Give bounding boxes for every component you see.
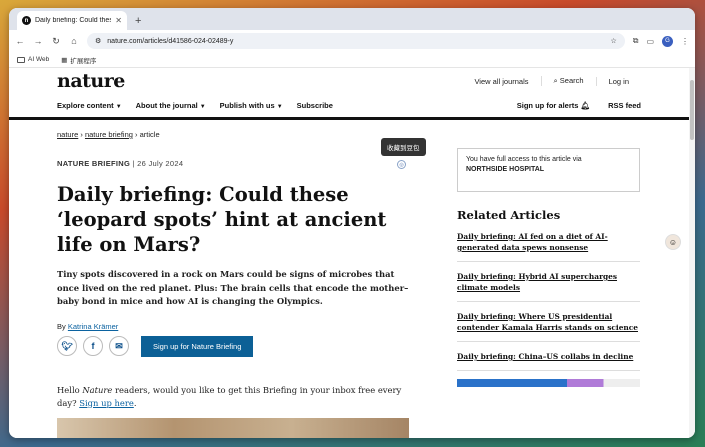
tab-active[interactable]: n Daily briefing: Could these 'le ✕: [17, 11, 127, 30]
web-page: nature View all journals ⌕ Search Log in…: [9, 68, 689, 438]
nature-logo[interactable]: nature: [57, 70, 125, 92]
related-article-link[interactable]: Daily briefing: Hybrid AI supercharges c…: [457, 262, 640, 302]
bookmark-ai-web[interactable]: AI Web: [17, 56, 49, 63]
signup-here-link[interactable]: Sign up here: [79, 398, 134, 408]
profile-avatar[interactable]: G: [662, 35, 673, 47]
nav-subscribe[interactable]: Subscribe: [297, 101, 333, 110]
sidebar: You have full access to this article via…: [457, 120, 640, 438]
scrollbar-thumb[interactable]: [690, 80, 694, 140]
nav-label: Sign up for alerts: [516, 101, 579, 110]
bookmark-label: AI Web: [28, 56, 50, 63]
access-box: You have full access to this article via…: [457, 148, 640, 192]
article-type: NATURE BRIEFING: [57, 159, 131, 168]
bookmark-star-icon[interactable]: ☆: [610, 37, 616, 45]
puzzle-icon: ▦: [61, 56, 68, 64]
url-text: nature.com/articles/d41586-024-02489-y: [107, 37, 234, 45]
byline-prefix: By: [57, 321, 66, 331]
related-article-link[interactable]: Daily briefing: China–US collabs in decl…: [457, 342, 640, 371]
extensions-icon[interactable]: ⧉: [633, 36, 639, 46]
side-panel-icon[interactable]: ▭: [646, 37, 654, 46]
save-tooltip: 收藏到豆包: [381, 138, 426, 156]
chevron-down-icon: ▼: [276, 104, 283, 110]
scrollbar[interactable]: [689, 68, 695, 438]
share-bar: 🐦︎ f ✉ Sign up for Nature Briefing: [57, 335, 409, 357]
bookmark-helper-icon[interactable]: ◎: [397, 160, 406, 169]
site-header: nature View all journals ⌕ Search Log in: [9, 68, 689, 94]
article-standfirst: Tiny spots discovered in a rock on Mars …: [57, 269, 409, 306]
breadcrumb-nature[interactable]: nature: [57, 130, 78, 139]
tab-title: Daily briefing: Could these 'le: [35, 17, 111, 24]
nav-publish[interactable]: Publish with us ▼: [220, 101, 283, 110]
tab-strip: n Daily briefing: Could these 'le ✕ +: [9, 8, 695, 30]
view-all-journals-link[interactable]: View all journals: [462, 77, 540, 86]
bookmarks-bar: AI Web ▦ 扩展程序: [9, 52, 695, 68]
new-tab-icon[interactable]: +: [135, 15, 141, 27]
search-label: Search: [559, 76, 584, 85]
bell-icon: 🔔︎: [580, 101, 591, 110]
access-institution: NORTHSIDE HOSPITAL: [466, 166, 545, 173]
related-article-link[interactable]: Daily briefing: AI fed on a diet of AI-g…: [457, 222, 640, 262]
back-icon[interactable]: ←: [15, 36, 25, 46]
nav-about-journal[interactable]: About the journal ▼: [136, 101, 206, 110]
assistant-avatar-icon[interactable]: ☺: [665, 234, 681, 250]
email-icon[interactable]: ✉: [109, 336, 129, 356]
article-headline: Daily briefing: Could these ‘leopard spo…: [57, 183, 387, 256]
bookmark-label: 扩展程序: [70, 57, 97, 65]
site-nav: Explore content ▼ About the journal ▼ Publ…: [9, 94, 689, 120]
nature-favicon-icon: n: [22, 16, 31, 25]
article-intro: Hello Nature readers, would you like to …: [57, 384, 409, 410]
browser-toolbar: ← → ↻ ⌂ ⚙ nature.com/articles/d41586-024…: [9, 30, 695, 52]
article-main: nature › nature briefing › article NATUR…: [57, 120, 409, 438]
breadcrumb: nature › nature briefing › article: [57, 130, 409, 139]
address-bar[interactable]: ⚙ nature.com/articles/d41586-024-02489-y…: [87, 33, 625, 49]
article-date: 26 July 2024: [137, 159, 184, 168]
forward-icon[interactable]: →: [33, 36, 43, 46]
nav-alerts[interactable]: Sign up for alerts 🔔︎: [517, 101, 590, 110]
nav-explore-content[interactable]: Explore content ▼: [57, 101, 122, 110]
breadcrumb-briefing[interactable]: nature briefing: [85, 130, 133, 139]
intro-text: Hello: [57, 384, 83, 395]
login-link[interactable]: Log in: [595, 76, 641, 86]
advertisement[interactable]: [457, 379, 640, 387]
nav-label: Explore content: [57, 101, 114, 110]
browser-window: n Daily briefing: Could these 'le ✕ + ← …: [9, 8, 695, 438]
article-hero-image: [57, 417, 409, 438]
folder-icon: [17, 56, 25, 63]
nav-rss[interactable]: RSS feed: [608, 101, 641, 110]
byline: By Katrina Krämer: [57, 322, 409, 331]
intro-text: .: [133, 397, 137, 408]
reload-icon[interactable]: ↻: [51, 36, 61, 47]
search-button[interactable]: ⌕ Search: [540, 76, 596, 86]
chevron-down-icon: ▼: [115, 104, 122, 110]
article-meta: NATURE BRIEFING | 26 July 2024: [57, 159, 409, 168]
facebook-icon[interactable]: f: [83, 336, 103, 356]
site-info-icon[interactable]: ⚙: [95, 37, 101, 45]
signup-briefing-button[interactable]: Sign up for Nature Briefing: [141, 335, 254, 357]
access-text: You have full access to this article via: [466, 156, 582, 163]
home-icon[interactable]: ⌂: [69, 36, 79, 46]
related-article-link[interactable]: Daily briefing: Where US presidential co…: [457, 302, 640, 342]
breadcrumb-article: article: [139, 130, 160, 139]
related-articles-title: Related Articles: [457, 208, 561, 222]
close-icon[interactable]: ✕: [115, 16, 122, 25]
twitter-icon[interactable]: 🐦︎: [57, 336, 77, 356]
author-link[interactable]: Katrina Krämer: [68, 322, 118, 331]
menu-icon[interactable]: ⋮: [681, 37, 689, 46]
intro-emphasis: Nature: [82, 384, 113, 395]
nav-label: About the journal: [135, 101, 198, 110]
bookmark-extensions[interactable]: ▦ 扩展程序: [61, 55, 96, 65]
nav-label: Publish with us: [219, 101, 275, 110]
chevron-down-icon: ▼: [199, 104, 206, 110]
